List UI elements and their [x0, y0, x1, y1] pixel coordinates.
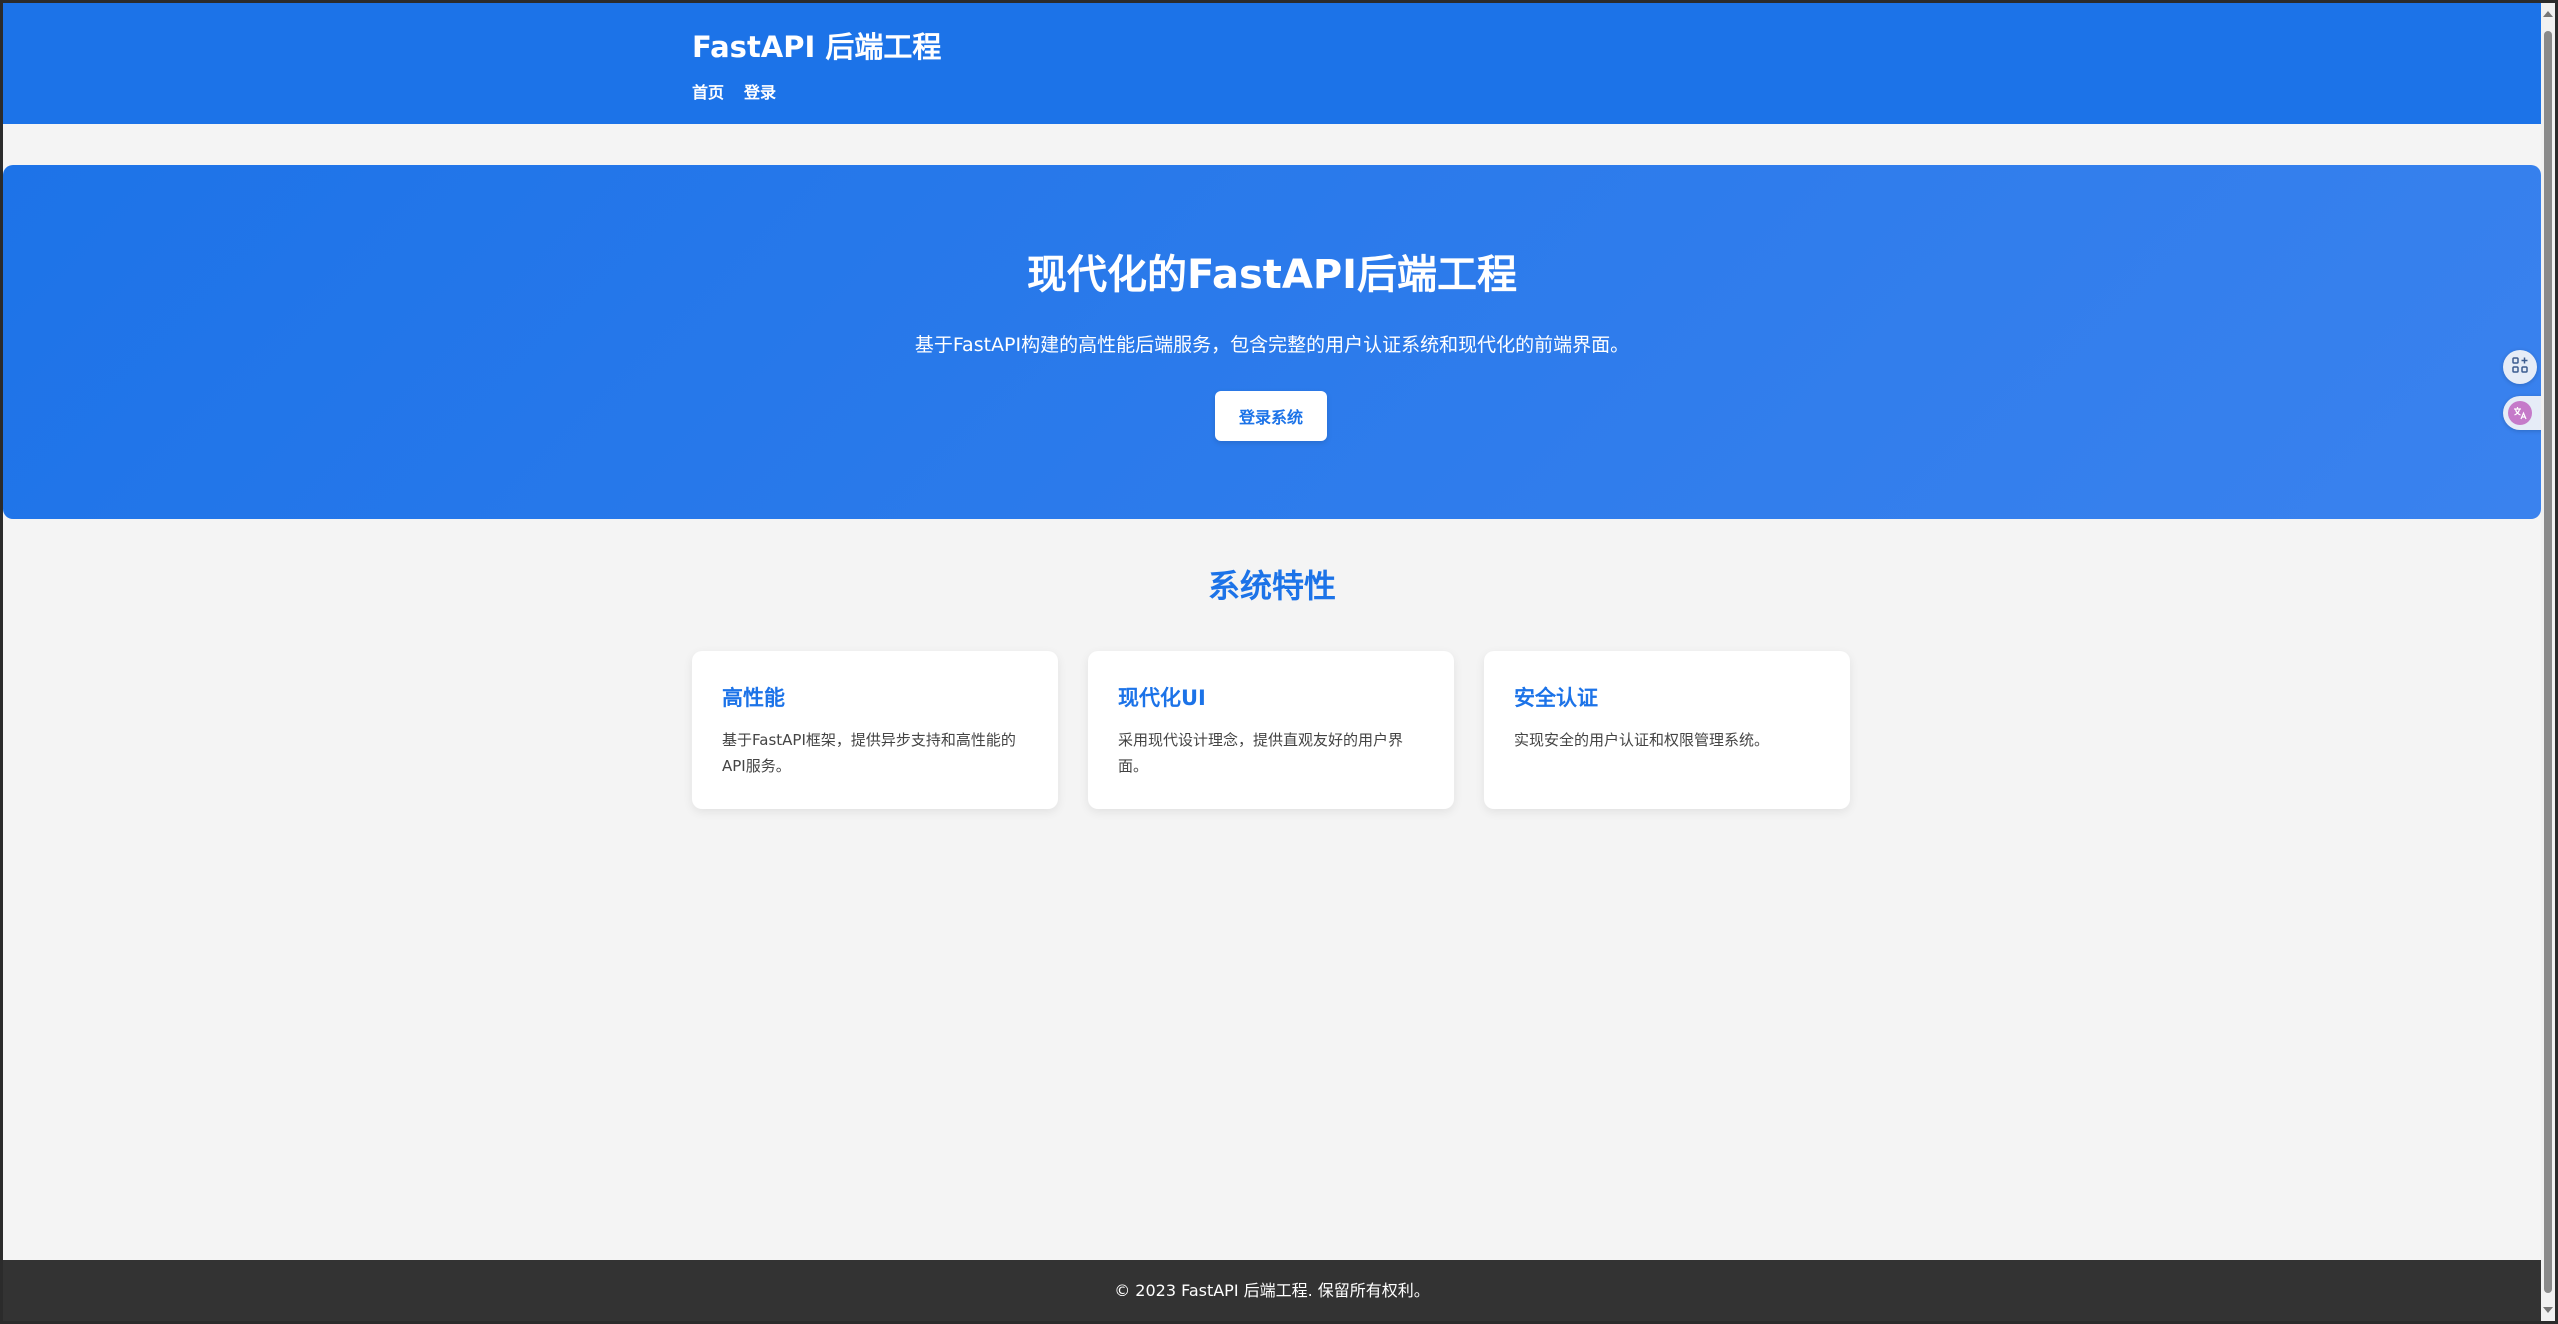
apps-add-button[interactable]: [2503, 350, 2537, 384]
scroll-up-arrow-icon[interactable]: [2543, 11, 2553, 17]
main-nav: 首页 登录: [692, 81, 776, 105]
scroll-down-arrow-icon[interactable]: [2543, 1307, 2553, 1313]
feature-card-text: 基于FastAPI框架，提供异步支持和高性能的API服务。: [722, 731, 1016, 775]
translate-button[interactable]: [2503, 396, 2541, 430]
site-title: FastAPI 后端工程: [692, 30, 942, 64]
scrollbar-thumb[interactable]: [2544, 31, 2552, 1293]
login-system-button[interactable]: 登录系统: [1215, 391, 1327, 441]
hero-banner: 现代化的FastAPI后端工程 基于FastAPI构建的高性能后端服务，包含完整…: [3, 165, 2541, 519]
hero-title: 现代化的FastAPI后端工程: [1026, 252, 1518, 298]
features-title: 系统特性: [1207, 567, 1336, 605]
site-header: FastAPI 后端工程 首页 登录: [3, 3, 2541, 124]
footer-copyright: © 2023 FastAPI 后端工程. 保留所有权利。: [1114, 1281, 1430, 1300]
feature-card-security: 安全认证 实现安全的用户认证和权限管理系统。: [1484, 651, 1850, 809]
feature-card-title: 安全认证: [1514, 686, 1598, 710]
translate-icon: [2508, 401, 2532, 425]
feature-card-text: 实现安全的用户认证和权限管理系统。: [1514, 731, 1770, 749]
site-footer: © 2023 FastAPI 后端工程. 保留所有权利。: [3, 1260, 2541, 1321]
feature-card-text: 采用现代设计理念，提供直观友好的用户界面。: [1118, 731, 1404, 775]
apps-add-icon: [2511, 356, 2529, 378]
nav-link-login[interactable]: 登录: [744, 81, 776, 105]
feature-card-modern-ui: 现代化UI 采用现代设计理念，提供直观友好的用户界面。: [1088, 651, 1454, 809]
feature-card-title: 现代化UI: [1118, 686, 1206, 710]
nav-link-home[interactable]: 首页: [692, 81, 724, 105]
browser-viewport: FastAPI 后端工程 首页 登录 现代化的FastAPI后端工程 基于Fas…: [3, 3, 2541, 1321]
feature-card-title: 高性能: [722, 686, 785, 710]
hero-description: 基于FastAPI构建的高性能后端服务，包含完整的用户认证系统和现代化的前端界面…: [914, 334, 1630, 356]
feature-card-performance: 高性能 基于FastAPI框架，提供异步支持和高性能的API服务。: [692, 651, 1058, 809]
vertical-scrollbar[interactable]: [2541, 3, 2555, 1321]
